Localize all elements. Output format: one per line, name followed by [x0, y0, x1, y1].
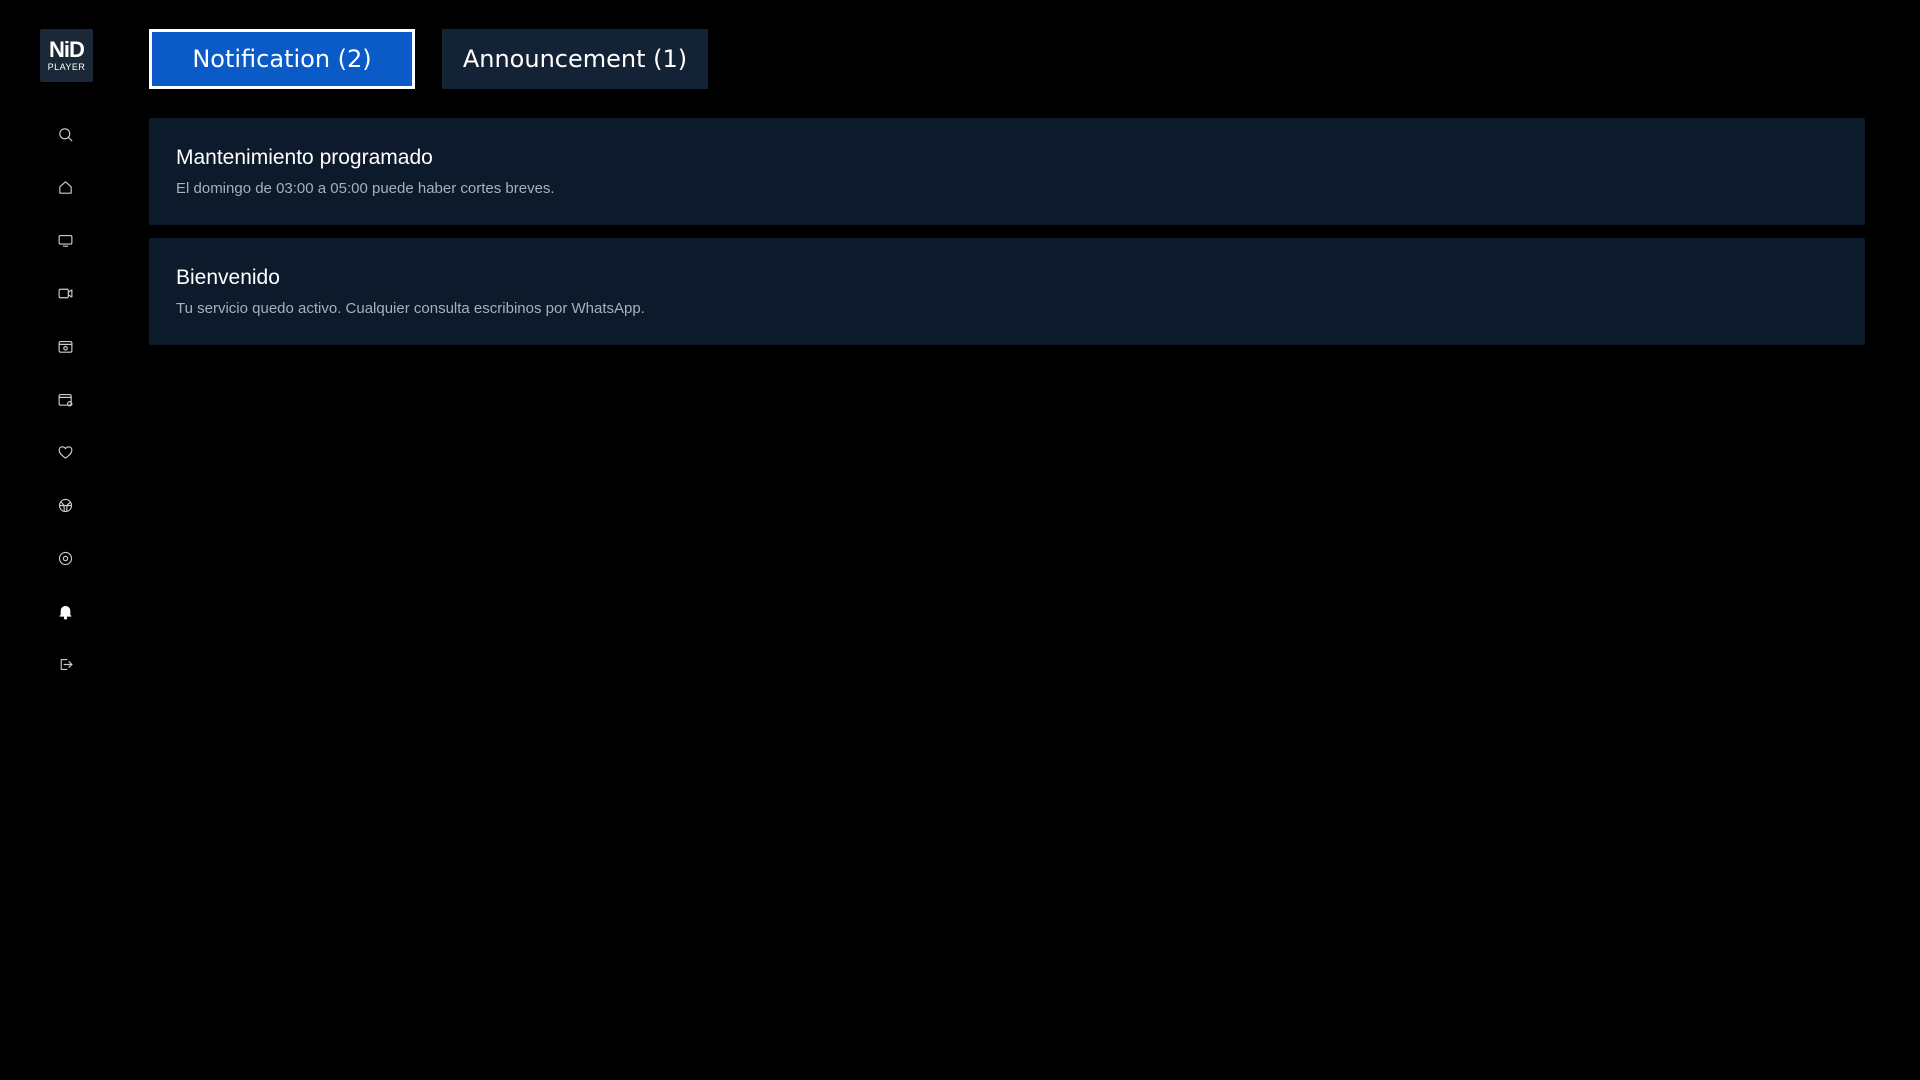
- app-logo: NiD PLAYER: [40, 29, 93, 82]
- heart-icon: [58, 445, 72, 459]
- video-camera-icon: [58, 288, 72, 298]
- bell-icon: [59, 605, 71, 620]
- search-icon: [58, 127, 72, 141]
- logo-text: NiD: [49, 36, 85, 62]
- sidebar: NiD PLAYER: [0, 0, 130, 1080]
- notification-title: Mantenimiento programado: [176, 146, 433, 169]
- sidebar-item-sports[interactable]: [50, 490, 80, 520]
- notification-card[interactable]: Mantenimiento programado El domingo de 0…: [149, 118, 1865, 225]
- calendar-icon: [58, 393, 72, 406]
- sidebar-item-settings[interactable]: [50, 543, 80, 573]
- tv-icon: [58, 234, 72, 247]
- settings-icon: [58, 551, 72, 565]
- notification-body: Tu servicio quedo activo. Cualquier cons…: [176, 300, 645, 317]
- sidebar-item-movies[interactable]: [50, 278, 80, 308]
- sports-ball-icon: [58, 498, 72, 512]
- sidebar-item-favorites[interactable]: [50, 437, 80, 467]
- sidebar-item-notifications[interactable]: [50, 596, 80, 626]
- sidebar-item-logout[interactable]: [50, 649, 80, 679]
- sidebar-item-series[interactable]: [50, 331, 80, 361]
- logout-icon: [60, 658, 72, 670]
- home-icon: [58, 180, 72, 194]
- sidebar-item-schedule[interactable]: [50, 384, 80, 414]
- series-icon: [58, 340, 72, 353]
- notification-card[interactable]: Bienvenido Tu servicio quedo activo. Cua…: [149, 238, 1865, 345]
- sidebar-item-live-tv[interactable]: [50, 225, 80, 255]
- tab-announcement[interactable]: Announcement (1): [442, 29, 708, 89]
- notification-title: Bienvenido: [176, 266, 280, 289]
- notification-body: El domingo de 03:00 a 05:00 puede haber …: [176, 180, 555, 197]
- logo-subtext: PLAYER: [47, 61, 86, 72]
- sidebar-item-home[interactable]: [50, 172, 80, 202]
- sidebar-item-search[interactable]: [50, 119, 80, 149]
- tab-notification[interactable]: Notification (2): [149, 29, 415, 89]
